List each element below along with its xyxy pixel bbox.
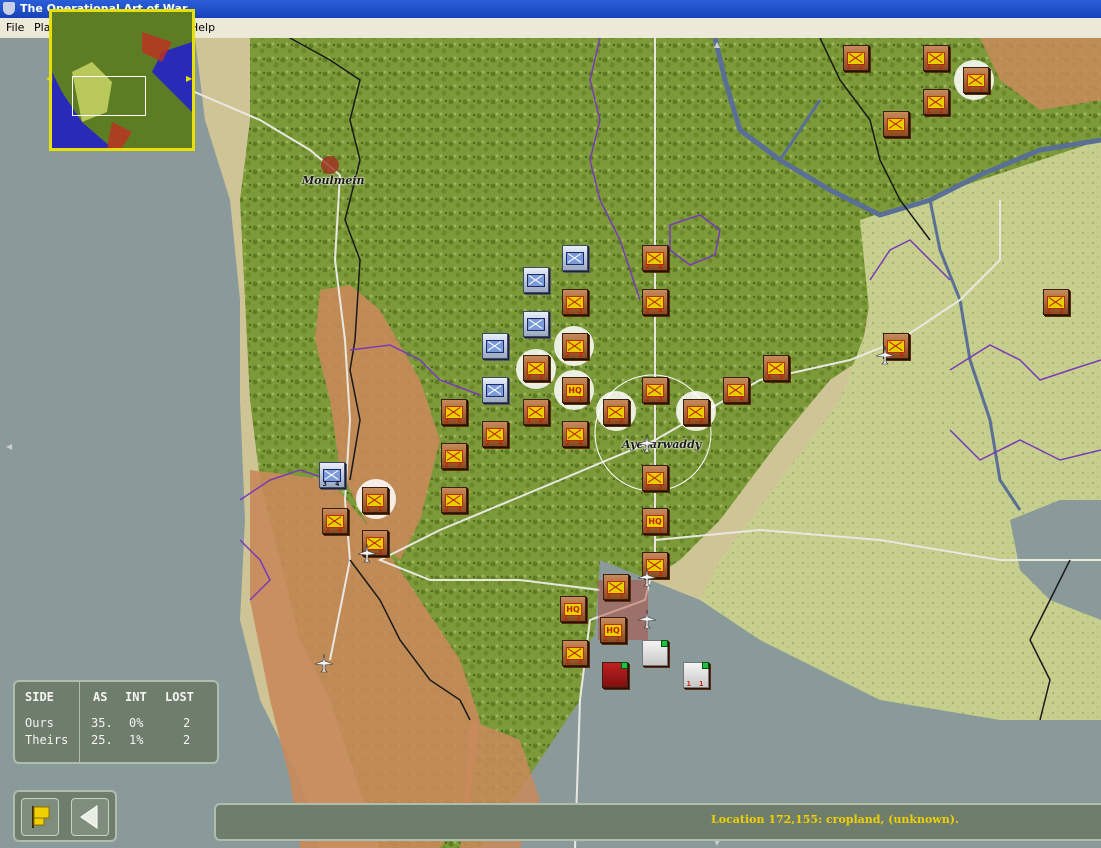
map-unit[interactable]: 2 3 (603, 399, 629, 425)
minimap[interactable] (49, 9, 195, 151)
stats-row-ours-lost: 2 (183, 716, 191, 730)
scroll-up-arrow-icon[interactable]: ▲ (714, 40, 720, 49)
map-unit[interactable]: 2 4 (562, 421, 588, 447)
airfield-icon (357, 543, 377, 563)
map-unit[interactable]: 2 4 (642, 245, 668, 271)
stats-row-theirs-as: 25. (91, 733, 113, 747)
map-unit-hq[interactable]: HQ 1 2 (560, 596, 586, 622)
stats-header-side: SIDE (25, 690, 54, 704)
airfield-icon (637, 567, 657, 587)
map-unit[interactable]: 2 3 (441, 487, 467, 513)
map-unit[interactable]: 1 2 (923, 89, 949, 115)
stats-row-ours-as: 35. (91, 716, 113, 730)
menu-play[interactable]: Pla (34, 21, 50, 34)
map-unit[interactable]: 2 3 (603, 574, 629, 600)
stats-header-lost: LOST (165, 690, 194, 704)
map-unit[interactable]: 1 1 (362, 487, 388, 513)
city-label-moulmein: Moulmein (302, 174, 365, 187)
map-unit[interactable]: 1 1 (963, 67, 989, 93)
map-unit[interactable] (482, 377, 508, 403)
map-unit[interactable]: 2 3 (562, 333, 588, 359)
stats-row-ours-side: Ours (25, 716, 54, 730)
map-unit[interactable]: 2 3 (441, 443, 467, 469)
map-unit[interactable] (482, 333, 508, 359)
map-unit[interactable]: 2 3 (642, 465, 668, 491)
map-unit[interactable]: 3 6 (523, 399, 549, 425)
map-unit[interactable]: 2 4 (723, 377, 749, 403)
map-unit-naval[interactable]: 1 1 (683, 662, 709, 688)
stats-row-ours-int: 0% (129, 716, 144, 730)
stats-row-theirs-int: 1% (129, 733, 144, 747)
map-unit[interactable]: 3 5 (441, 399, 467, 425)
map-unit[interactable]: 3 2 (923, 45, 949, 71)
airfield-icon (637, 609, 657, 629)
map-unit[interactable]: 1 1 (562, 640, 588, 666)
map-unit[interactable]: 2 4 (482, 421, 508, 447)
map-unit[interactable]: 3 2 (843, 45, 869, 71)
combat-stats-panel: SIDE AS INT LOST Ours 35. 0% 2 Theirs 25… (13, 680, 219, 764)
scroll-west-arrow-icon[interactable]: ◀ (6, 442, 12, 451)
map-unit[interactable]: 2 3 (642, 377, 668, 403)
map-unit-hq[interactable]: HQ 1 1 (562, 377, 588, 403)
map-unit[interactable]: 2 3 (683, 399, 709, 425)
map-unit-naval[interactable] (642, 640, 668, 666)
flag-button[interactable] (21, 798, 59, 836)
scroll-left-arrow-icon[interactable]: ◀ (46, 74, 52, 83)
map-unit[interactable]: 2 4 (642, 289, 668, 315)
map-unit-hq[interactable]: HQ 1 1 (600, 617, 626, 643)
map-unit-naval[interactable] (602, 662, 628, 688)
flag-icon (32, 806, 50, 828)
stats-row-theirs-lost: 2 (183, 733, 191, 747)
city-label-ayeyarwaddy: Ayeyarwaddy (622, 438, 702, 451)
airfield-icon (875, 345, 895, 365)
back-button[interactable] (71, 798, 109, 836)
back-arrow-icon (80, 805, 98, 829)
status-bar: Location 172,155: cropland, (unknown). (214, 803, 1101, 841)
menu-file[interactable]: File (6, 21, 24, 34)
map-unit[interactable] (523, 311, 549, 337)
map-unit-hq[interactable]: HQ 1 1 (642, 508, 668, 534)
map-unit[interactable]: 3 5 (763, 355, 789, 381)
stats-header-as: AS (93, 690, 108, 704)
map-unit[interactable]: 3 4 (319, 462, 345, 488)
map-unit[interactable] (883, 111, 909, 137)
location-readout: Location 172,155: cropland, (unknown). (711, 813, 959, 826)
map-unit[interactable]: 2 3 (523, 355, 549, 381)
map-unit[interactable] (523, 267, 549, 293)
stats-header-int: INT (125, 690, 147, 704)
map-unit[interactable] (562, 245, 588, 271)
scroll-right-arrow-icon[interactable]: ▶ (186, 74, 192, 83)
shield-icon (3, 2, 15, 15)
map-unit[interactable]: 2 3 (1043, 289, 1069, 315)
map-unit[interactable]: 2 4 (322, 508, 348, 534)
control-buttons (13, 790, 117, 842)
airfield-icon (637, 433, 657, 453)
airfield-icon (314, 653, 334, 673)
stats-row-theirs-side: Theirs (25, 733, 69, 747)
map-unit[interactable]: 2 3 (562, 289, 588, 315)
minimap-viewport[interactable] (72, 76, 146, 116)
